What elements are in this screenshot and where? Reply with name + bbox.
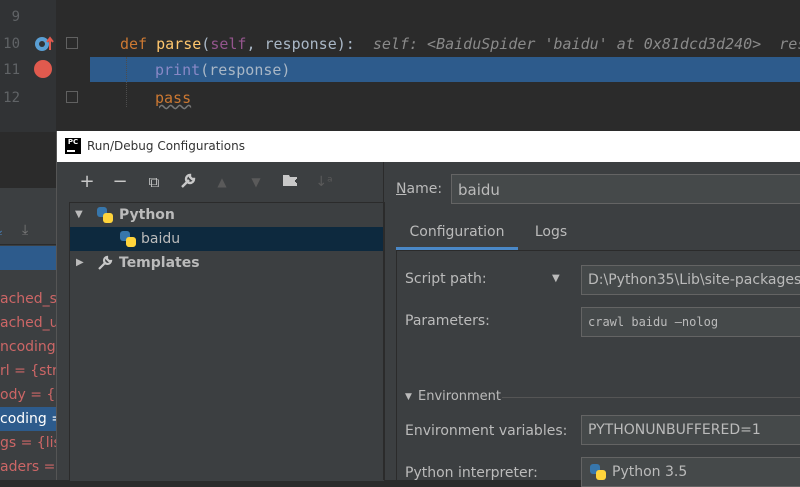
tree-item-label: baidu xyxy=(141,231,181,247)
python-interpreter-select[interactable]: Python 3.5 xyxy=(581,457,800,487)
python-icon xyxy=(590,464,606,480)
section-divider xyxy=(502,397,800,398)
variable-row[interactable]: gs = {list xyxy=(0,431,56,455)
interpreter-value: Python 3.5 xyxy=(612,464,688,480)
script-path-field[interactable]: D:\Python35\Lib\site-packages\ xyxy=(581,265,800,295)
script-path-label: Script path: xyxy=(405,271,487,287)
remove-icon[interactable]: − xyxy=(110,172,130,192)
wrench-icon xyxy=(97,255,113,279)
variable-row[interactable]: aders = xyxy=(0,455,56,479)
variable-row[interactable]: rl = {str} xyxy=(0,359,56,383)
fold-marker-icon[interactable] xyxy=(66,37,78,49)
code-line-10[interactable]: 10 def parse(self, response): self: <Bai… xyxy=(0,32,800,56)
config-tabs: Configuration Logs xyxy=(396,214,800,251)
config-toolbar: + − ⧉ ▲ ▼ ↓ᵃ xyxy=(57,162,383,200)
debug-toolbar: ⤓ ⤓ xyxy=(0,220,56,245)
breakpoint-step-icon[interactable] xyxy=(34,36,54,52)
tree-item-python[interactable]: ▼ Python xyxy=(70,203,384,227)
variable-row[interactable]: ncoding xyxy=(0,335,56,359)
python-icon xyxy=(120,231,136,247)
move-down-icon[interactable]: ▼ xyxy=(246,172,266,192)
config-editor-panel: Name: baidu Configuration Logs Script pa… xyxy=(384,162,800,487)
line-number: 11 xyxy=(3,62,20,78)
dialog-titlebar[interactable]: PC Run/Debug Configurations xyxy=(57,131,800,162)
line-number: 12 xyxy=(3,90,20,106)
debug-variables-panel: ⤓ ⤓ ached_se ached_ul ncoding rl = {str}… xyxy=(0,188,56,480)
tree-item-templates[interactable]: ▶ Templates xyxy=(70,251,384,275)
configuration-form: Script path: ▼ D:\Python35\Lib\site-pack… xyxy=(396,251,800,487)
tree-item-label: Python xyxy=(119,207,175,223)
step-out-icon[interactable]: ⤓ xyxy=(22,222,28,238)
variable-row[interactable]: ached_se xyxy=(0,287,56,311)
name-field[interactable]: baidu xyxy=(451,174,800,204)
python-interpreter-label: Python interpreter: xyxy=(405,465,538,481)
inline-debug-value: self: <BaiduSpider 'baidu' at 0x81dcd3d2… xyxy=(372,35,800,53)
line-number: 10 xyxy=(3,36,20,52)
code-line-12[interactable]: 12 pass xyxy=(0,86,800,110)
step-into-icon[interactable]: ⤓ xyxy=(0,222,2,238)
variable-row[interactable]: ody = {by xyxy=(0,383,56,407)
line-number: 9 xyxy=(11,9,20,25)
env-vars-label: Environment variables: xyxy=(405,423,568,439)
tab-configuration[interactable]: Configuration xyxy=(396,214,518,250)
tab-logs[interactable]: Logs xyxy=(518,214,584,250)
wrench-icon[interactable] xyxy=(178,172,198,192)
move-up-icon[interactable]: ▲ xyxy=(212,172,232,192)
name-label: Name: xyxy=(396,181,443,197)
expand-arrow-icon[interactable]: ▶ xyxy=(76,251,84,275)
collapse-arrow-icon[interactable]: ▼ xyxy=(405,385,412,409)
tree-item-baidu[interactable]: baidu xyxy=(70,227,384,251)
fold-marker-icon[interactable] xyxy=(66,91,78,103)
python-icon xyxy=(97,207,113,223)
code-line-11[interactable]: 11 print(response) xyxy=(0,58,800,82)
code-line-9[interactable]: 9 xyxy=(0,5,800,29)
config-tree: ▼ Python baidu ▶ Templates xyxy=(69,202,385,482)
dropdown-arrow-icon[interactable]: ▼ xyxy=(552,267,560,291)
tree-item-label: Templates xyxy=(119,255,200,271)
variable-row-selected[interactable]: coding = xyxy=(0,407,56,431)
copy-icon[interactable]: ⧉ xyxy=(144,172,164,192)
run-debug-configurations-dialog: PC Run/Debug Configurations + − ⧉ ▲ ▼ ↓ᵃ… xyxy=(56,131,800,487)
sort-icon[interactable]: ↓ᵃ xyxy=(314,172,334,192)
code-text: def parse(self, response): self: <BaiduS… xyxy=(120,32,800,56)
variable-row[interactable]: ached_ul xyxy=(0,311,56,335)
expand-arrow-icon[interactable]: ▼ xyxy=(75,203,83,227)
variable-row-selected[interactable] xyxy=(0,246,56,270)
parameters-field[interactable]: crawl baidu —nolog xyxy=(581,307,800,337)
environment-section-label[interactable]: Environment xyxy=(418,385,501,409)
code-text: pass xyxy=(155,89,192,107)
new-folder-icon[interactable] xyxy=(281,172,301,192)
parameters-label: Parameters: xyxy=(405,313,490,329)
code-text: print(response) xyxy=(155,61,291,79)
env-vars-field[interactable]: PYTHONUNBUFFERED=1 xyxy=(581,415,800,445)
pycharm-logo-icon: PC xyxy=(65,138,81,154)
breakpoint-icon[interactable] xyxy=(34,60,52,78)
dialog-title: Run/Debug Configurations xyxy=(87,139,245,153)
code-editor[interactable]: 9 10 def parse(self, response): self: <B… xyxy=(0,0,800,132)
add-icon[interactable]: + xyxy=(77,172,97,192)
